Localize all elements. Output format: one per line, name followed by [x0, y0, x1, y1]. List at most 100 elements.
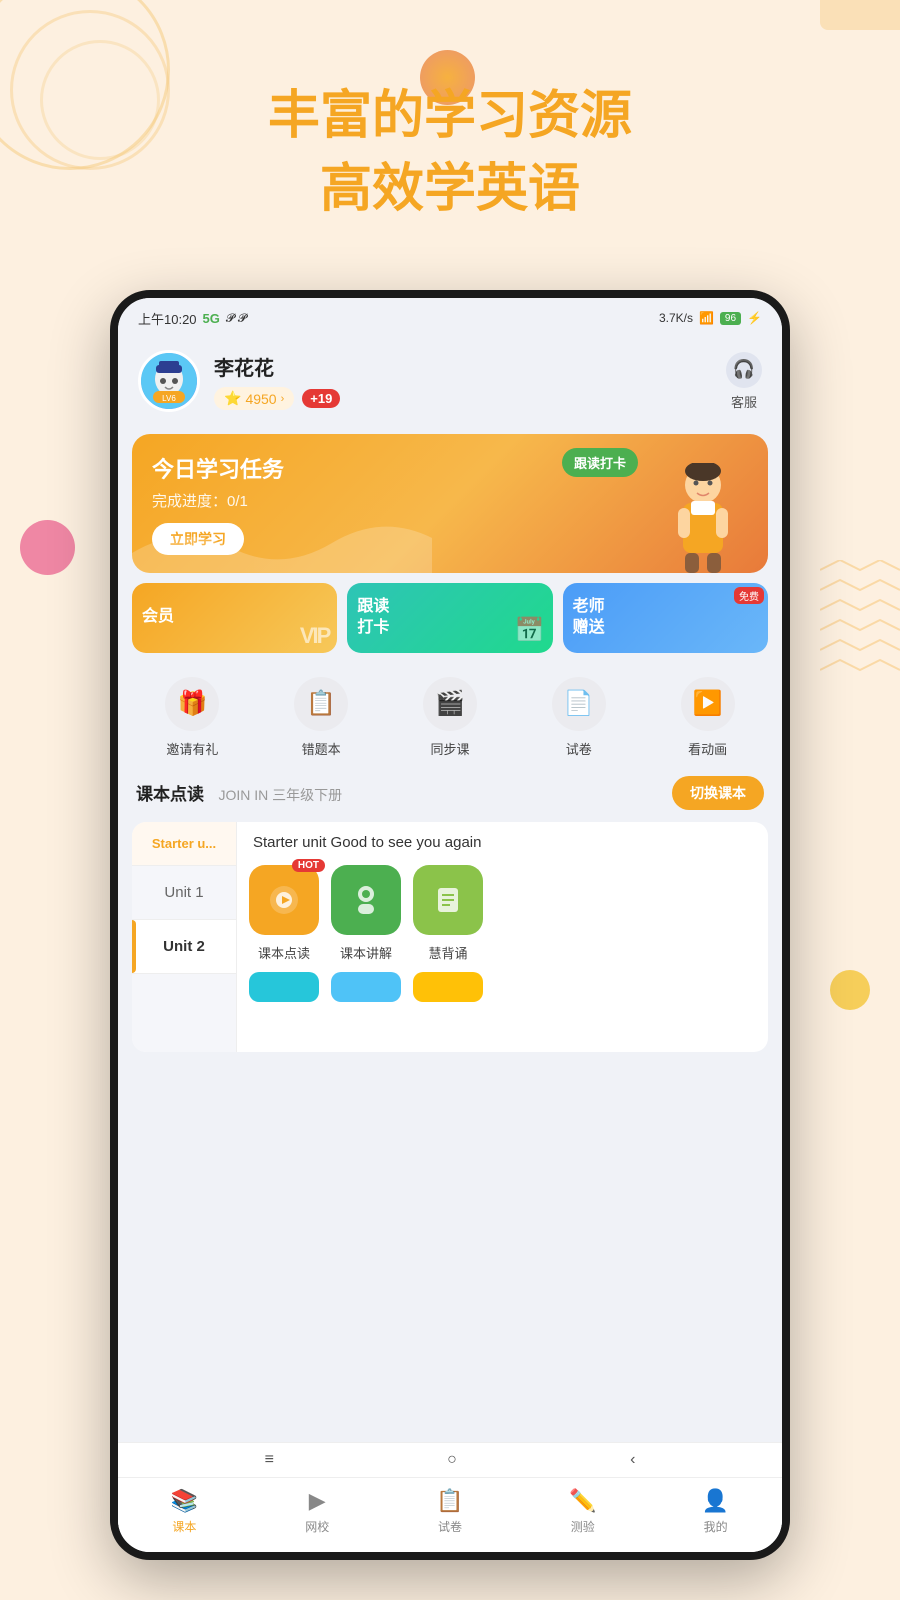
textbook-title-group: 课本点读 JOIN IN 三年级下册 [136, 780, 342, 805]
animation-icon: ▶️ [681, 677, 735, 731]
mistakes-item[interactable]: 📋 错题本 [294, 677, 348, 758]
customer-service[interactable]: 🎧 客服 [726, 352, 762, 411]
hero-section: 丰富的学习资源 高效学英语 [0, 80, 900, 226]
phone-content: LV6 李花花 ⭐ 4950 › +19 [118, 338, 782, 1552]
status-bar: 上午10:20 5G 𝓟 𝓟 3.7K/s 📶 96 ⚡ [118, 298, 782, 338]
invite-icon: 🎁 [165, 677, 219, 731]
profile-left: LV6 李花花 ⭐ 4950 › +19 [138, 350, 340, 412]
textbook-title: 课本点读 [136, 785, 204, 804]
extra-item-3[interactable] [413, 972, 483, 1002]
nav-profile-icon: 👤 [702, 1488, 729, 1514]
extra-icon-2 [331, 972, 401, 1002]
unit-area: Starter u... Unit 1 Unit 2 Starter unit … [132, 822, 768, 1052]
bonus-badge: +19 [302, 389, 340, 408]
cs-icon: 🎧 [726, 352, 762, 388]
nav-textbook[interactable]: 📚 课本 [118, 1488, 251, 1535]
free-badge: 免费 [734, 587, 764, 604]
status-left: 上午10:20 5G 𝓟 𝓟 [138, 309, 247, 328]
nav-school-label: 网校 [305, 1518, 329, 1535]
extra-item-2[interactable] [331, 972, 401, 1002]
unit1-sidebar-item[interactable]: Unit 1 [132, 866, 236, 920]
reading-button[interactable]: 跟读 打卡 📅 [347, 583, 552, 653]
reading-label: 跟读 打卡 [357, 597, 389, 639]
bg-corner-rect [820, 0, 900, 30]
nav-quiz-label: 测验 [571, 1518, 595, 1535]
textbook-name: JOIN IN 三年级下册 [218, 787, 342, 803]
content-icons-row2 [249, 972, 756, 1002]
animation-label: 看动画 [688, 739, 727, 758]
textbook-reading-item[interactable]: HOT 课本点读 [249, 865, 319, 962]
starter-label: Starter u... [132, 822, 236, 865]
profile-stats: ⭐ 4950 › +19 [214, 387, 340, 410]
textbook-explain-item[interactable]: 课本讲解 [331, 865, 401, 962]
star-icon: ⭐ [224, 390, 241, 407]
vip-label: 会员 [142, 607, 174, 628]
chevron-icon: › [281, 393, 285, 405]
nav-profile[interactable]: 👤 我的 [649, 1488, 782, 1535]
extra-icon-3 [413, 972, 483, 1002]
sync-lesson-item[interactable]: 🎬 同步课 [423, 677, 477, 758]
textbook-reading-label: 课本点读 [258, 943, 310, 962]
task-banner[interactable]: 今日学习任务 完成进度：0/1 立即学习 跟读打卡 [132, 434, 768, 573]
status-icons: 𝓟 𝓟 [226, 311, 247, 326]
nav-school-icon: ▶ [309, 1488, 326, 1514]
textbook-reading-icon: HOT [249, 865, 319, 935]
status-time: 上午10:20 [138, 309, 197, 328]
unit-content-title: Starter unit Good to see you again [249, 834, 756, 851]
exam-label: 试卷 [566, 739, 592, 758]
vip-text: VIP [300, 623, 329, 649]
system-menu-button[interactable]: ≡ [265, 1451, 274, 1469]
textbook-header: 课本点读 JOIN IN 三年级下册 切换课本 [118, 764, 782, 822]
extra-item-1[interactable] [249, 972, 319, 1002]
svg-text:LV6: LV6 [162, 394, 176, 403]
hero-title-line1: 丰富的学习资源 [0, 80, 900, 153]
status-wifi: 📶 [699, 311, 714, 325]
avatar: LV6 [138, 350, 200, 412]
animation-item[interactable]: ▶️ 看动画 [681, 677, 735, 758]
quick-actions: 会员 VIP 跟读 打卡 📅 免费 老师 赠送 [132, 583, 768, 653]
status-right: 3.7K/s 📶 96 ⚡ [659, 311, 762, 325]
unit-content: Starter unit Good to see you again HOT 课… [237, 822, 768, 1052]
invite-label: 邀请有礼 [166, 739, 218, 758]
profile-section: LV6 李花花 ⭐ 4950 › +19 [118, 338, 782, 424]
recite-icon [413, 865, 483, 935]
profile-name: 李花花 [214, 352, 340, 381]
bottom-nav: 📚 课本 ▶ 网校 📋 试卷 ✏️ 测验 👤 我的 [118, 1477, 782, 1552]
recite-item[interactable]: 慧背诵 [413, 865, 483, 962]
mistakes-label: 错题本 [302, 739, 341, 758]
system-home-button[interactable]: ○ [447, 1451, 457, 1469]
teacher-button[interactable]: 免费 老师 赠送 [563, 583, 768, 653]
stars-badge[interactable]: ⭐ 4950 › [214, 387, 294, 410]
mistakes-icon: 📋 [294, 677, 348, 731]
starter-sidebar-item[interactable]: Starter u... [132, 822, 236, 866]
textbook-explain-label: 课本讲解 [340, 943, 392, 962]
status-speed: 3.7K/s [659, 311, 693, 325]
vip-button[interactable]: 会员 VIP [132, 583, 337, 653]
textbook-explain-icon [331, 865, 401, 935]
nav-exam[interactable]: 📋 试卷 [384, 1488, 517, 1535]
cs-label: 客服 [731, 392, 757, 411]
nav-quiz[interactable]: ✏️ 测验 [516, 1488, 649, 1535]
sync-lesson-icon: 🎬 [423, 677, 477, 731]
exam-item[interactable]: 📄 试卷 [552, 677, 606, 758]
status-signal: 5G [203, 311, 220, 326]
avatar-container: LV6 [138, 350, 200, 412]
content-icons: HOT 课本点读 [249, 865, 756, 962]
hot-badge: HOT [292, 859, 325, 872]
star-count: 4950 [245, 391, 276, 407]
phone-frame: 上午10:20 5G 𝓟 𝓟 3.7K/s 📶 96 ⚡ [110, 290, 790, 1560]
exam-icon: 📄 [552, 677, 606, 731]
switch-textbook-button[interactable]: 切换课本 [672, 776, 764, 810]
task-character [648, 463, 758, 573]
system-back-button[interactable]: ‹ [630, 1451, 635, 1469]
invite-item[interactable]: 🎁 邀请有礼 [165, 677, 219, 758]
status-battery-icon: ⚡ [747, 311, 762, 325]
sync-lesson-label: 同步课 [430, 739, 469, 758]
nav-school[interactable]: ▶ 网校 [251, 1488, 384, 1535]
extra-icon-1 [249, 972, 319, 1002]
nav-textbook-label: 课本 [172, 1518, 196, 1535]
bg-zigzag [820, 560, 900, 680]
teacher-label: 老师 赠送 [573, 597, 605, 639]
nav-quiz-icon: ✏️ [569, 1488, 596, 1514]
unit2-sidebar-item[interactable]: Unit 2 [132, 920, 236, 974]
